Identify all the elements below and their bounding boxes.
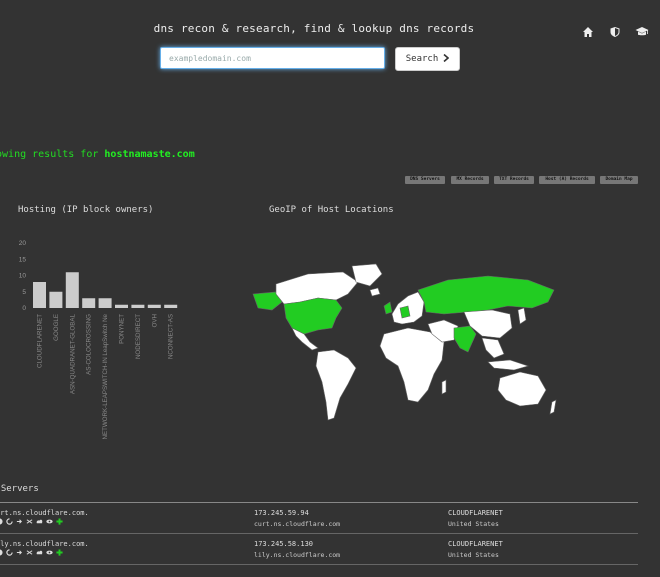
bar[interactable] [131,304,145,308]
login-icon[interactable] [16,549,23,556]
map-iceland [369,287,381,297]
row-action-icons [0,518,63,525]
map-australia [497,371,547,407]
map-new-zealand [549,399,557,415]
bar[interactable] [147,304,161,308]
map-africa [379,327,445,403]
ns-name[interactable]: ily.ns.cloudflare.com. [0,540,89,548]
y-tick-label: 0 [22,305,26,312]
ns-ip: 173.245.59.94 [254,509,309,517]
x-tick-label: AS-COLOCROSSING [86,314,93,375]
ns-country: United States [448,520,499,528]
info-icon[interactable] [0,549,3,556]
ns-owner: CLOUDFLARENET [448,540,503,548]
map-germany [399,305,411,319]
x-tick-label: NODESDIRECT [135,314,142,359]
cloud-upload-icon[interactable] [36,518,43,525]
ns-owner: CLOUDFLARENET [448,509,503,517]
shuffle-icon[interactable] [26,549,33,556]
bar[interactable] [164,304,178,308]
graduation-cap-icon[interactable] [635,23,649,37]
info-icon[interactable] [0,518,3,525]
search-input[interactable] [160,47,385,69]
ns-country: United States [448,551,499,559]
bar[interactable] [82,298,96,308]
bar[interactable] [33,282,46,308]
geoip-world-map [252,263,557,421]
y-tick-label: 5 [22,289,26,296]
ns-reverse: lily.ns.cloudflare.com [254,551,341,559]
chevron-right-icon [443,53,450,65]
login-icon[interactable] [16,518,23,525]
green-plus-icon[interactable] [56,549,63,556]
x-tick-label: OVH [151,314,158,327]
y-tick-label: 15 [19,256,27,263]
geoip-title: GeoIP of Host Locations [269,205,394,215]
x-tick-label: CLOUDFLARENET [37,314,44,368]
map-uk [383,301,393,315]
green-plus-icon[interactable] [56,518,63,525]
divider [0,502,638,503]
y-tick-label: 10 [19,273,27,280]
cloud-upload-icon[interactable] [36,549,43,556]
row-action-icons [0,549,63,556]
refresh-icon[interactable] [6,518,13,525]
x-tick-label: ASN-QUADRANET-GLOBAL [69,313,76,394]
bar[interactable] [115,304,128,308]
map-south-america [315,349,357,421]
divider [0,564,638,565]
site-title: dns recon & research, find & lookup dns … [153,22,475,35]
eye-icon[interactable] [46,549,53,556]
map-japan [517,307,527,325]
y-tick-label: 20 [19,240,27,247]
map-southeast-asia [481,337,505,359]
divider [0,533,638,534]
bar[interactable] [98,298,112,308]
bar[interactable] [49,291,63,308]
map-indonesia [487,359,530,371]
map-india [453,325,477,353]
nav-host-records-button[interactable]: Host (A) Records [539,176,595,184]
hosting-bar-chart: 0 5 10 15 20 CLOUDFLARENET GOOGLE ASN-QUADRANET… [19,240,178,440]
results-prefix: howing results for [0,149,99,160]
x-tick-label: GOOGLE [53,314,60,341]
x-tick-label: NCONNECT-AS [168,314,175,359]
nav-dns-servers-button[interactable]: DNS Servers [405,176,445,184]
ns-ip: 173.245.58.130 [254,540,314,548]
nav-domain-map-button[interactable]: Domain Map [600,176,638,184]
results-heading: howing results for hostnamaste.com [0,149,195,160]
ns-reverse: curt.ns.cloudflare.com [254,520,341,528]
x-tick-label: PONYNET [119,314,126,344]
nav-mx-records-button[interactable]: MX Records [451,176,489,184]
nav-txt-records-button[interactable]: TXT Records [494,176,534,184]
map-madagascar [441,379,447,395]
hosting-title: Hosting (IP block owners) [18,205,154,215]
bar[interactable] [65,272,79,308]
shield-icon[interactable] [609,23,623,37]
search-button-label: Search [405,54,439,64]
shuffle-icon[interactable] [26,518,33,525]
x-tick-label: NETWORK-LEAPSWITCH-IN LeapSwitch Ne [102,313,109,439]
ns-name[interactable]: urt.ns.cloudflare.com. [0,509,89,517]
map-russia [417,275,555,315]
refresh-icon[interactable] [6,549,13,556]
results-domain: hostnamaste.com [104,149,195,160]
home-icon[interactable] [582,23,596,37]
eye-icon[interactable] [46,518,53,525]
dns-servers-title: S Servers [0,484,39,494]
search-button[interactable]: Search [395,47,460,71]
